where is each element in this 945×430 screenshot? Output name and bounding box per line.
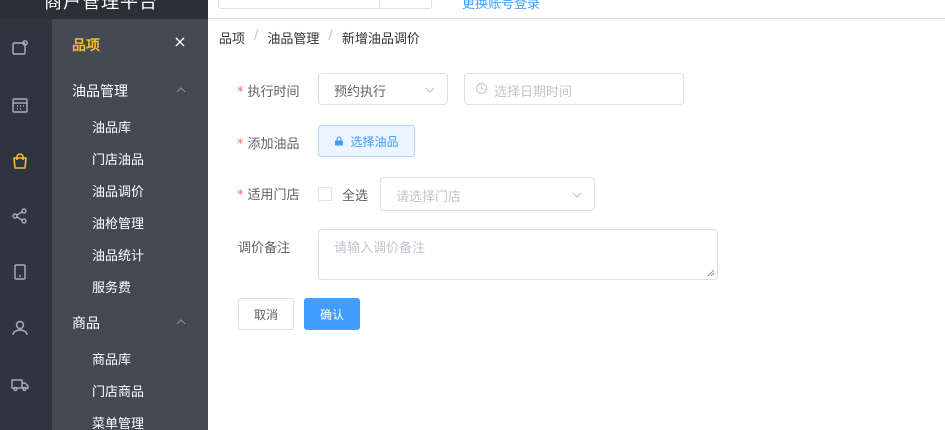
exec-time-label: * 执行时间 xyxy=(237,81,300,100)
menu-item-menu-manage[interactable]: 菜单管理 xyxy=(92,413,144,430)
store-select-placeholder: 请选择门店 xyxy=(396,190,462,205)
required-mark: * xyxy=(237,137,244,152)
stores-label-text: 适用门店 xyxy=(247,188,300,203)
chevron-up-icon[interactable] xyxy=(176,85,186,95)
menu-item-oil-stats[interactable]: 油品统计 xyxy=(92,245,144,264)
resize-grip-icon[interactable] xyxy=(707,269,715,277)
required-mark: * xyxy=(237,85,244,100)
cancel-button[interactable]: 取消 xyxy=(238,298,294,330)
shopping-bag-icon[interactable] xyxy=(11,152,29,170)
datetime-picker[interactable]: 选择日期时间 xyxy=(464,73,684,105)
switch-account-link[interactable]: 更换账号登录 xyxy=(462,0,540,12)
menu-item-oil-library[interactable]: 油品库 xyxy=(92,117,131,136)
submenu-title: 品项 xyxy=(72,38,100,54)
stores-label: * 适用门店 xyxy=(237,184,300,203)
lock-icon xyxy=(335,136,344,146)
remark-textarea[interactable]: 请输入调价备注 xyxy=(318,229,718,280)
header-bar: 更换账号登录 xyxy=(208,0,945,19)
header-search-divider xyxy=(379,0,380,8)
breadcrumb-separator: / xyxy=(254,28,259,43)
menu-item-service-fee[interactable]: 服务费 xyxy=(92,277,131,296)
app: 商户管理平台 更换账号登录 品项 × 油品管理 油品库 门店油品 油品调价 油枪… xyxy=(0,0,945,430)
store-select[interactable]: 请选择门店 xyxy=(380,177,595,211)
add-oil-label-text: 添加油品 xyxy=(247,137,300,152)
header-search-box[interactable] xyxy=(218,0,432,9)
menu-item-goods-library[interactable]: 商品库 xyxy=(92,349,131,368)
icon-rail xyxy=(0,19,52,430)
user-icon[interactable] xyxy=(11,319,29,337)
menu-item-store-goods[interactable]: 门店商品 xyxy=(92,381,144,400)
select-oil-button-label: 选择油品 xyxy=(350,134,399,149)
exec-mode-select[interactable]: 预约执行 xyxy=(318,73,448,105)
brand-title: 商户管理平台 xyxy=(44,0,158,13)
menu-item-store-oil[interactable]: 门店油品 xyxy=(92,149,144,168)
breadcrumb-current: 新增油品调价 xyxy=(341,32,420,47)
select-oil-button[interactable]: 选择油品 xyxy=(318,125,415,157)
select-all-label[interactable]: 全选 xyxy=(342,185,368,204)
remark-label: 调价备注 xyxy=(238,241,291,256)
header-brand-bar: 商户管理平台 xyxy=(0,0,208,19)
share-icon[interactable] xyxy=(11,207,29,225)
menu-item-nozzle-manage[interactable]: 油枪管理 xyxy=(92,213,144,232)
chevron-down-icon xyxy=(572,192,582,198)
coupon-icon[interactable] xyxy=(11,39,29,57)
datetime-placeholder: 选择日期时间 xyxy=(494,85,573,100)
tablet-icon[interactable] xyxy=(11,263,29,281)
exec-mode-value: 预约执行 xyxy=(334,85,387,100)
exec-time-label-text: 执行时间 xyxy=(247,85,300,100)
breadcrumb: 品项 / 油品管理 / 新增油品调价 xyxy=(219,28,420,47)
calendar-icon[interactable] xyxy=(11,96,29,114)
menu-group-goods[interactable]: 商品 xyxy=(72,313,100,333)
close-icon[interactable]: × xyxy=(172,34,188,50)
confirm-button[interactable]: 确认 xyxy=(304,298,360,330)
menu-group-oil[interactable]: 油品管理 xyxy=(72,81,128,101)
required-mark: * xyxy=(237,188,244,203)
add-oil-label: * 添加油品 xyxy=(237,133,300,152)
breadcrumb-separator: / xyxy=(328,28,333,43)
chevron-up-icon[interactable] xyxy=(176,317,186,327)
menu-item-oil-price-adjust[interactable]: 油品调价 xyxy=(92,181,144,200)
select-all-checkbox[interactable] xyxy=(318,187,332,201)
clock-icon xyxy=(475,82,488,95)
truck-icon[interactable] xyxy=(11,375,29,393)
breadcrumb-item[interactable]: 油品管理 xyxy=(267,28,319,47)
submenu-panel: 品项 × 油品管理 油品库 门店油品 油品调价 油枪管理 油品统计 服务费 商品… xyxy=(52,19,208,430)
remark-placeholder: 请输入调价备注 xyxy=(334,241,426,256)
breadcrumb-item[interactable]: 品项 xyxy=(219,28,245,47)
chevron-down-icon xyxy=(425,87,435,93)
